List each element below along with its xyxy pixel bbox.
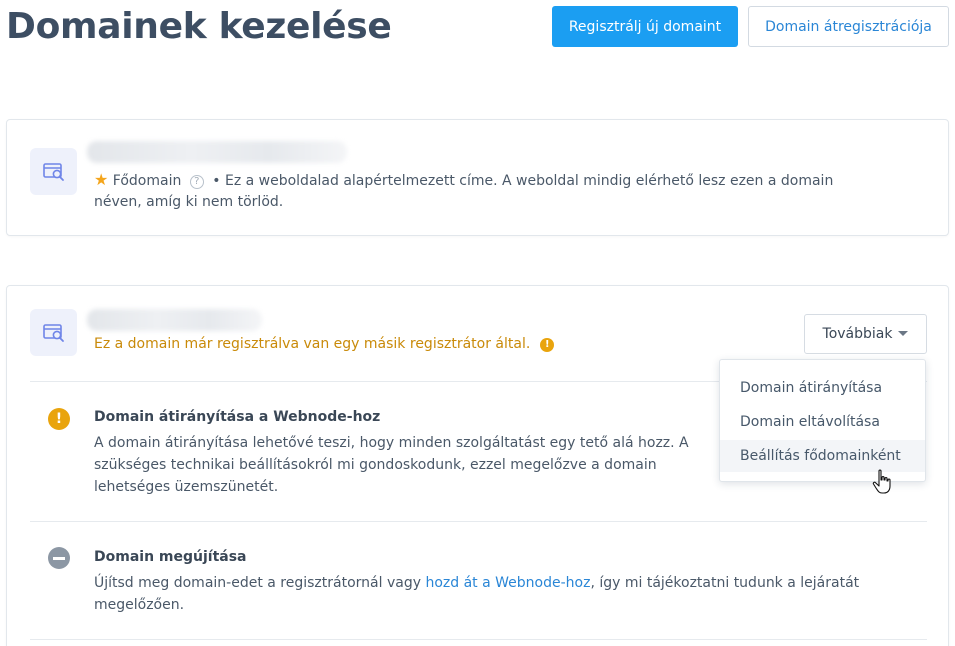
divider [30, 521, 927, 522]
external-registrar-warning: Ez a domain már regisztrálva van egy más… [94, 336, 555, 352]
primary-domain-card: ★ Fődomain ? • Ez a weboldalad alapértel… [6, 119, 949, 236]
menu-item-set-primary[interactable]: Beállítás fődomainként [720, 440, 925, 472]
description-line-2: néven, amíg ki nem törlöd. [94, 194, 284, 210]
renewal-row-text-1: Újítsd meg domain-edet a regisztrátornál… [94, 572, 859, 594]
page-title: Domainek kezelése [6, 6, 392, 47]
renewal-text-before-link: Újítsd meg domain-edet a regisztrátornál… [94, 575, 426, 591]
renewal-row-text-2: megelőzően. [94, 597, 185, 613]
renewal-text-after-link: , így mi tájékoztatni tudunk a lejáratát [590, 575, 860, 591]
domain-search-icon [30, 309, 77, 356]
more-dropdown-menu: Domain átirányítása Domain eltávolítása … [719, 359, 926, 482]
warning-text: Ez a domain már regisztrálva van egy más… [94, 336, 531, 352]
redirect-row-title: Domain átirányítása a Webnode-hoz [94, 409, 381, 425]
warning-icon: ! [540, 338, 555, 352]
redirect-row-text-1: A domain átirányítása lehetővé teszi, ho… [94, 435, 689, 451]
renewal-row-title: Domain megújítása [94, 549, 247, 565]
primary-domain-description: ★ Fődomain ? • Ez a weboldalad alapértel… [94, 169, 833, 192]
more-button-label: Továbbiak [822, 326, 893, 342]
description-line-1: • Ez a weboldalad alapértelmezett címe. … [212, 173, 834, 189]
domain-name-redacted [87, 309, 262, 331]
hand-cursor-icon [872, 469, 891, 494]
redirect-row-text-3: lehetséges üzemszünetét. [94, 479, 279, 495]
primary-badge-label: Fődomain [112, 173, 182, 189]
register-domain-button[interactable]: Regisztrálj új domaint [552, 6, 738, 47]
help-icon[interactable]: ? [189, 175, 204, 189]
star-icon: ★ [94, 170, 109, 189]
redirect-row-text-2: szükséges technikai beállításokról mi go… [94, 457, 657, 473]
menu-item-remove-domain[interactable]: Domain eltávolítása [720, 406, 925, 438]
minus-circle-icon [48, 547, 70, 569]
divider [30, 639, 927, 640]
more-dropdown-button[interactable]: Továbbiak [804, 314, 927, 354]
caret-down-icon [898, 331, 909, 336]
domain-search-icon [30, 148, 77, 195]
domain-name-redacted [87, 141, 347, 163]
transfer-to-webnode-link[interactable]: hozd át a Webnode-hoz [425, 575, 590, 591]
warning-circle-icon: ! [48, 408, 70, 430]
menu-item-redirect-domain[interactable]: Domain átirányítása [720, 372, 925, 404]
transfer-domain-button[interactable]: Domain átregisztrációja [748, 6, 949, 47]
